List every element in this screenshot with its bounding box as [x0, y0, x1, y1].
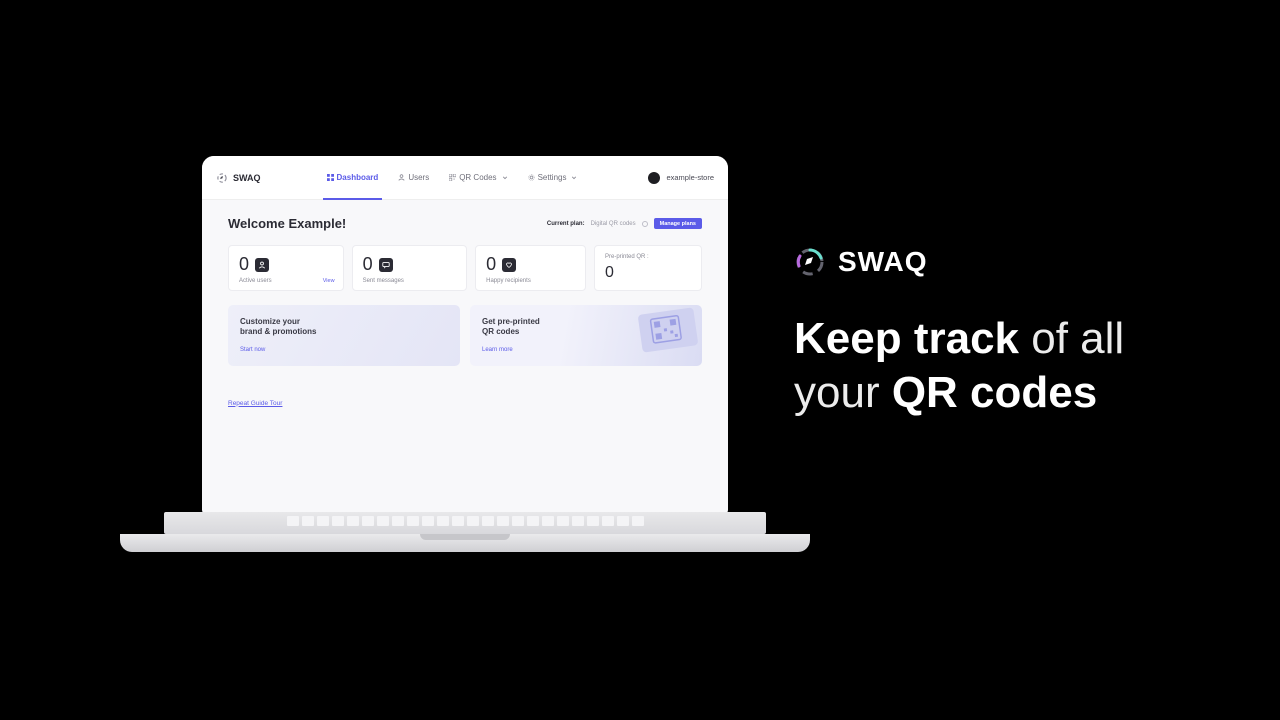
swaq-logo-icon — [216, 172, 228, 184]
main-nav: Dashboard Users QR Codes Settings — [317, 156, 588, 200]
stat-label: Active users — [239, 278, 333, 284]
stat-happy-recipients: 0 Happy recipients — [475, 245, 586, 291]
stat-value: 0 — [239, 254, 249, 275]
heart-icon — [502, 258, 516, 272]
page-body: Welcome Example! Current plan: Digital Q… — [202, 200, 728, 426]
message-icon — [379, 258, 393, 272]
promo-row: Customize your brand & promotions Start … — [228, 305, 702, 366]
app-brand-text: SWAQ — [233, 173, 261, 183]
app-screen: SWAQ Dashboard Users QR Codes — [202, 156, 728, 514]
nav-qrcodes[interactable]: QR Codes — [439, 156, 517, 200]
account-menu[interactable]: example-store — [648, 172, 714, 184]
stat-active-users: 0 Active users View — [228, 245, 344, 291]
promo-cta[interactable]: Start now — [240, 347, 265, 353]
hero-logo: SWAQ — [794, 246, 1214, 278]
promo-customize[interactable]: Customize your brand & promotions Start … — [228, 305, 460, 366]
stat-preprinted-qr: Pre-printed QR : 0 — [594, 245, 702, 291]
stat-value: 0 — [486, 254, 496, 275]
page-title: Welcome Example! — [228, 216, 346, 231]
stats-row: 0 Active users View 0 Sen — [228, 245, 702, 291]
qr-card-illustration — [622, 307, 702, 357]
promo-cta[interactable]: Learn more — [482, 347, 513, 353]
hero-headline: Keep track of all your QR codes — [794, 312, 1214, 419]
marketing-hero: SWAQ Keep track of all your QR codes — [794, 246, 1214, 419]
nav-users[interactable]: Users — [388, 156, 439, 200]
dashboard-icon — [327, 174, 334, 181]
manage-plans-button[interactable]: Manage plans — [654, 218, 702, 229]
chevron-down-icon — [571, 175, 577, 181]
topbar: SWAQ Dashboard Users QR Codes — [202, 156, 728, 200]
qr-icon — [449, 174, 456, 181]
chevron-down-icon — [502, 175, 508, 181]
repeat-guide-tour-link[interactable]: Repeat Guide Tour — [228, 400, 282, 407]
promo-title: Customize your brand & promotions — [240, 317, 360, 338]
stat-sent-messages: 0 Sent messages — [352, 245, 468, 291]
gear-icon — [528, 174, 535, 181]
hero-brand-text: SWAQ — [838, 246, 928, 278]
view-link[interactable]: View — [323, 278, 335, 284]
promo-preprinted[interactable]: Get pre-printed QR codes Learn more — [470, 305, 702, 366]
plan-label: Current plan: — [547, 221, 585, 227]
info-icon[interactable] — [642, 221, 648, 227]
laptop-mockup: SWAQ Dashboard Users QR Codes — [120, 156, 810, 566]
users-icon — [255, 258, 269, 272]
stat-value: 0 — [605, 264, 691, 282]
promo-title: Get pre-printed QR codes — [482, 317, 602, 338]
keyboard — [164, 512, 766, 534]
stat-label: Sent messages — [363, 278, 457, 284]
app-brand[interactable]: SWAQ — [216, 172, 261, 184]
user-icon — [398, 174, 405, 181]
laptop-base — [120, 512, 810, 552]
plan-bar: Current plan: Digital QR codes Manage pl… — [547, 218, 702, 229]
stat-label: Happy recipients — [486, 278, 575, 284]
account-name: example-store — [666, 173, 714, 182]
stat-value: 0 — [363, 254, 373, 275]
plan-name: Digital QR codes — [591, 221, 636, 227]
nav-dashboard[interactable]: Dashboard — [317, 156, 389, 200]
stat-label: Pre-printed QR : — [605, 254, 691, 260]
nav-settings[interactable]: Settings — [518, 156, 588, 200]
avatar — [648, 172, 660, 184]
